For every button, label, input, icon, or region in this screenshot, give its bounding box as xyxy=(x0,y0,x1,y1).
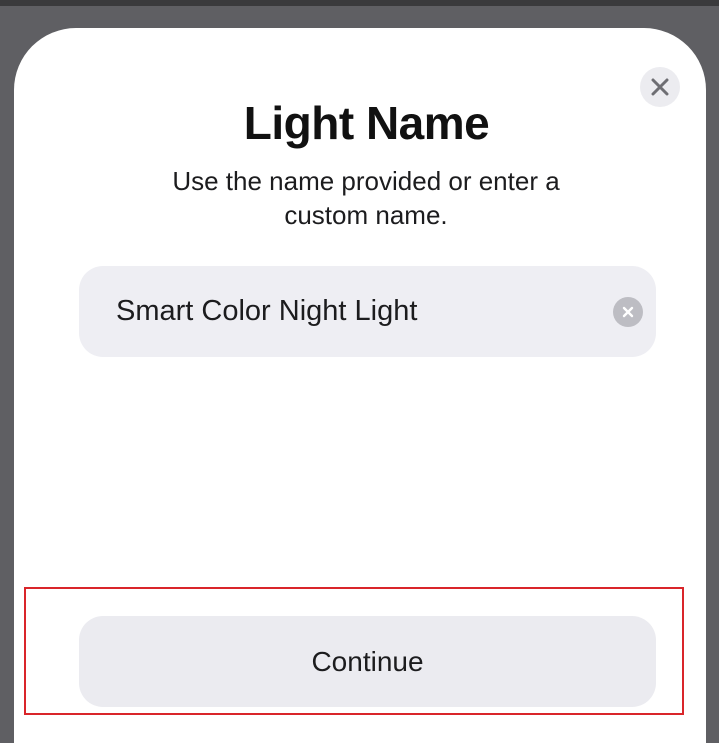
close-icon xyxy=(651,78,669,96)
continue-button[interactable]: Continue xyxy=(79,616,656,707)
page-title: Light Name xyxy=(243,97,490,149)
light-name-field[interactable] xyxy=(79,266,656,357)
light-name-input[interactable] xyxy=(116,266,596,357)
clear-text-button[interactable] xyxy=(613,297,643,327)
page-subtitle: Use the name provided or enter a custom … xyxy=(172,166,560,230)
background-strip xyxy=(0,0,719,6)
clear-icon xyxy=(622,306,634,318)
